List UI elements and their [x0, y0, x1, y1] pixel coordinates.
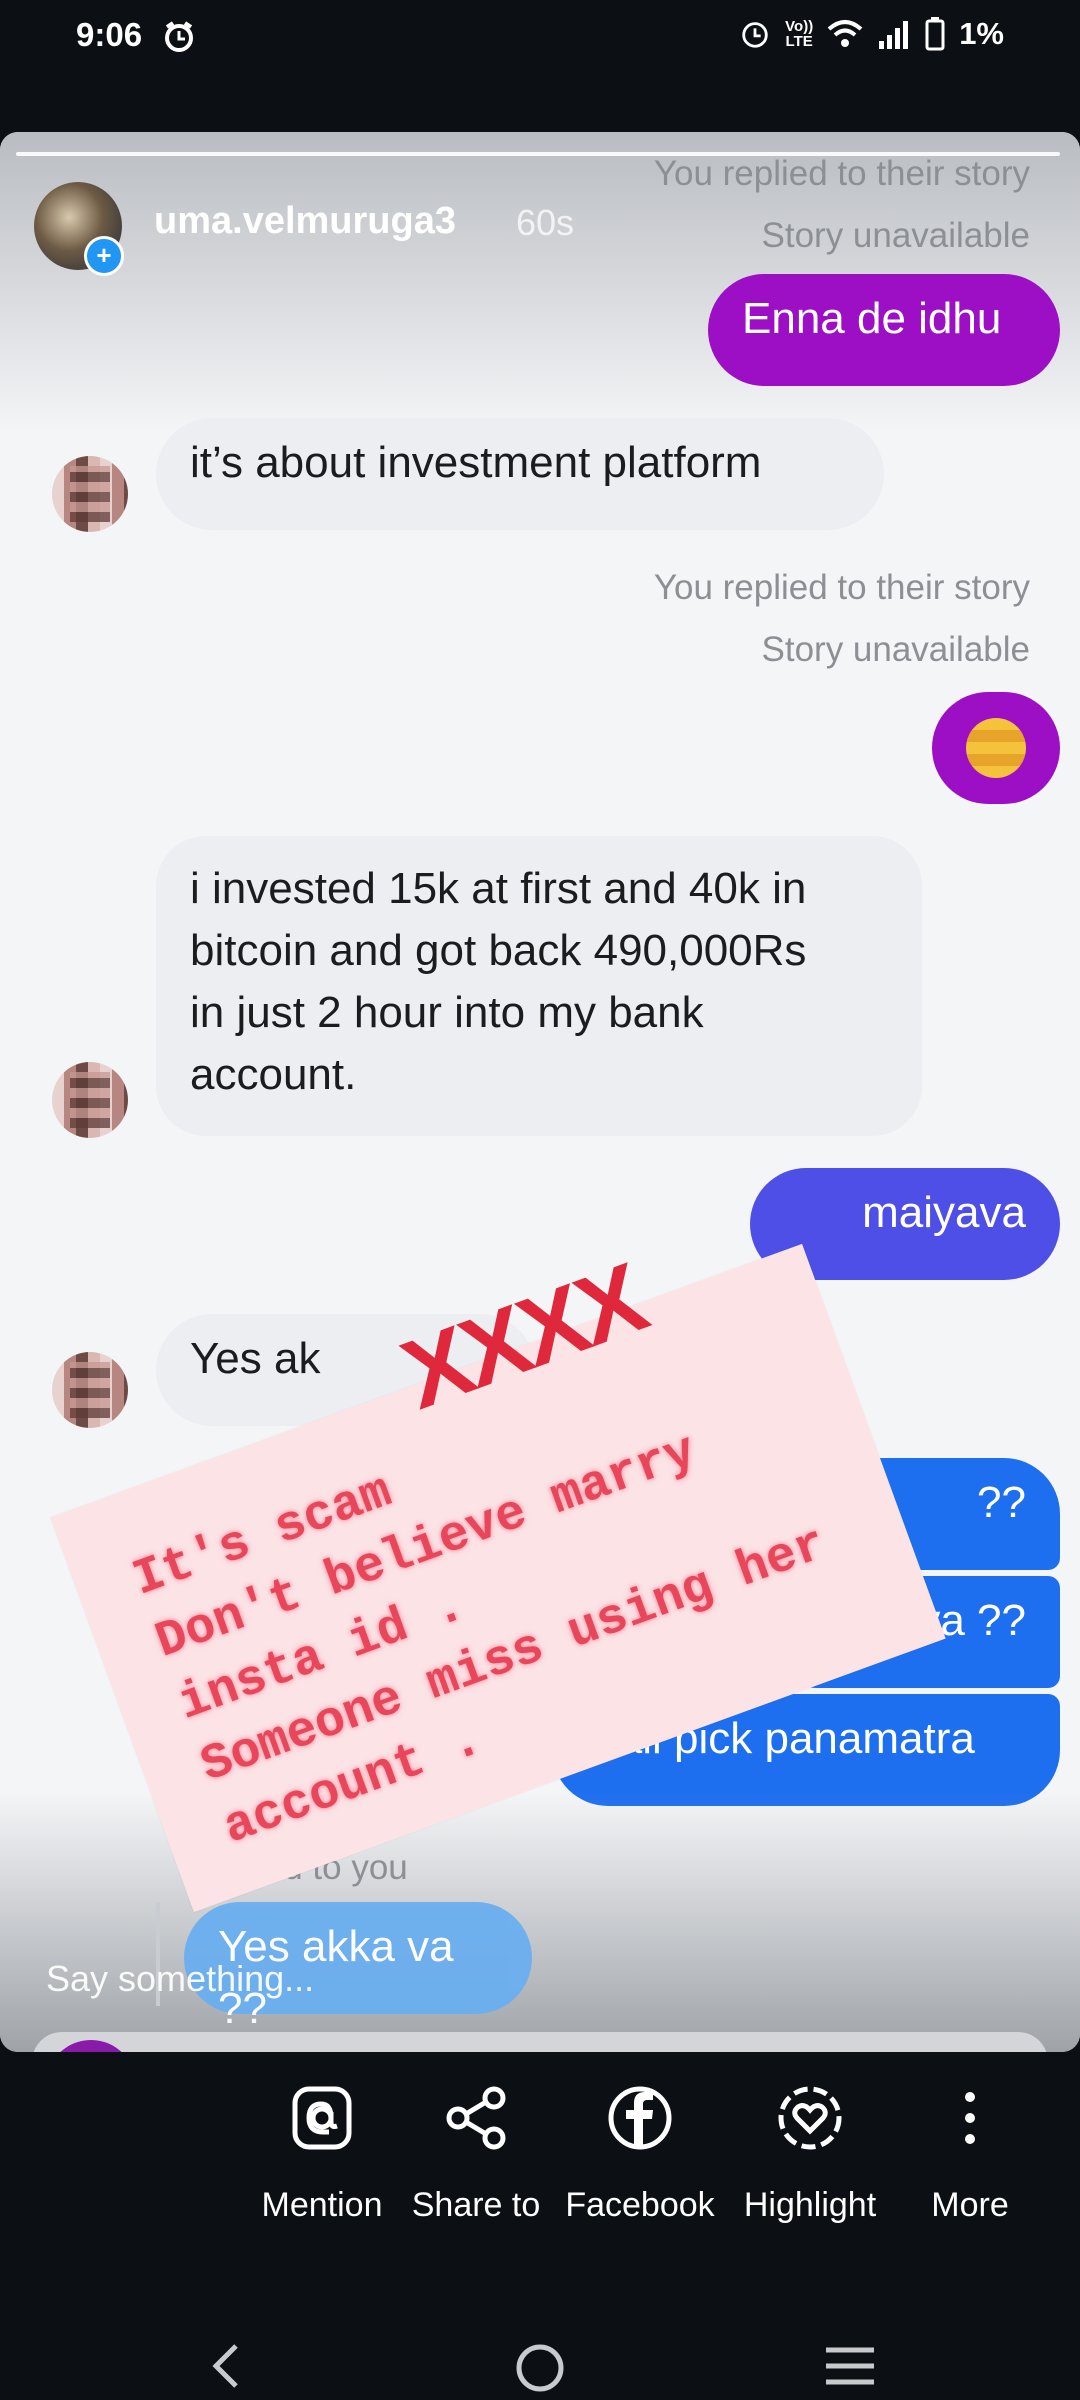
- emoji-message-out[interactable]: [932, 692, 1060, 804]
- message-line: i invested 15k at first and 40k in: [190, 864, 807, 913]
- message-line: bitcoin and got back 490,000Rs: [190, 926, 807, 975]
- signal-icon: [877, 19, 911, 49]
- pixelated-emoji-icon: [966, 718, 1026, 778]
- mention-button[interactable]: Mention: [242, 2080, 402, 2225]
- home-icon[interactable]: [514, 2342, 566, 2399]
- bottom-shade: [0, 1792, 1080, 2052]
- story-time: 60s: [516, 202, 575, 243]
- status-bar: 9:06 Vo)) LTE 1%: [0, 0, 1080, 78]
- volte-icon: Vo)) LTE: [785, 18, 814, 50]
- reply-meta: You replied to their story: [653, 568, 1030, 607]
- story-username[interactable]: uma.velmuruga3: [154, 200, 456, 243]
- message-in-long[interactable]: i invested 15k at first and 40k in bitco…: [156, 836, 922, 1136]
- reply-meta: You replied to their story: [653, 154, 1030, 193]
- facebook-button[interactable]: Facebook: [560, 2080, 720, 2225]
- add-story-plus-icon[interactable]: +: [84, 236, 124, 276]
- share-to-label: Share to: [411, 2186, 541, 2224]
- more-label: More: [931, 2186, 1009, 2224]
- status-time: 9:06: [76, 16, 143, 53]
- sender-avatar[interactable]: [52, 1062, 128, 1138]
- alarm-icon: [162, 20, 196, 59]
- share-to-button[interactable]: Share to: [396, 2080, 556, 2225]
- system-nav-bar: [0, 2300, 1080, 2400]
- more-vertical-icon: [890, 2080, 1050, 2156]
- facebook-icon: [560, 2080, 720, 2156]
- at-icon: [242, 2080, 402, 2156]
- story-unavailable-label: Story unavailable: [761, 216, 1031, 255]
- highlight-button[interactable]: Highlight: [730, 2080, 890, 2225]
- status-icons: Vo)) LTE 1%: [739, 16, 1004, 52]
- highlight-label: Highlight: [743, 2186, 877, 2224]
- message-in[interactable]: it’s about investment platform: [156, 418, 884, 530]
- alarm-icon: [739, 18, 771, 50]
- battery-percent: 1%: [959, 16, 1004, 51]
- sender-avatar[interactable]: [52, 1352, 128, 1428]
- battery-icon: [925, 17, 945, 51]
- recents-icon[interactable]: [824, 2344, 876, 2393]
- share-icon: [396, 2080, 556, 2156]
- camera-button[interactable]: [46, 2040, 136, 2052]
- say-something-input[interactable]: Say something...: [46, 1958, 314, 2000]
- mention-label: Mention: [261, 2186, 383, 2224]
- facebook-label: Facebook: [565, 2186, 715, 2224]
- message-line: in just 2 hour into my bank: [190, 988, 704, 1037]
- reply-input-bar[interactable]: [32, 2032, 1048, 2052]
- sender-avatar[interactable]: [52, 456, 128, 532]
- story-unavailable-label: Story unavailable: [761, 630, 1031, 669]
- back-icon[interactable]: [206, 2342, 246, 2395]
- message-out[interactable]: Enna de idhu: [708, 274, 1060, 386]
- wifi-icon: [827, 19, 863, 49]
- more-button[interactable]: More: [890, 2080, 1050, 2225]
- message-line: account.: [190, 1050, 357, 1099]
- highlight-heart-icon: [730, 2080, 890, 2156]
